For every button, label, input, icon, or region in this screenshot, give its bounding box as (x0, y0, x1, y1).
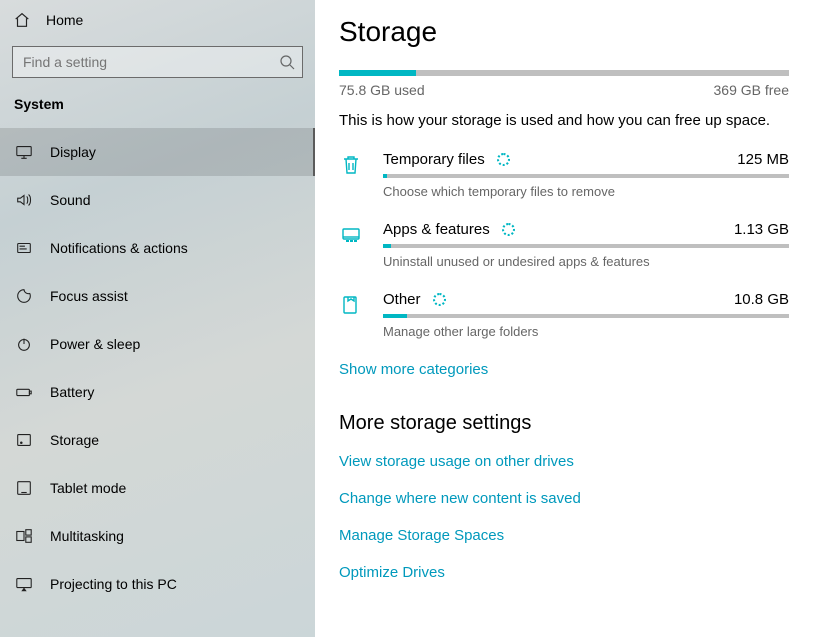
sidebar-item-label: Projecting to this PC (50, 576, 177, 592)
search-icon (279, 54, 295, 70)
storage-link-view-storage-usage-on-other-drives[interactable]: View storage usage on other drives (339, 453, 789, 470)
storage-category-apps-features[interactable]: Apps & features 1.13 GB Uninstall unused o… (339, 221, 789, 269)
loading-spinner (497, 153, 510, 166)
storage-desc: This is how your storage is used and how… (339, 112, 789, 129)
category-name: Apps & features (383, 221, 490, 238)
category-subtitle: Choose which temporary files to remove (383, 184, 789, 199)
used-label: 75.8 GB used (339, 82, 425, 98)
category-subtitle: Uninstall unused or undesired apps & fea… (383, 254, 789, 269)
sidebar-item-multitasking[interactable]: Multitasking (0, 512, 315, 560)
sidebar-item-focus-assist[interactable]: Focus assist (0, 272, 315, 320)
sidebar: Home System Display Sound Notifications & … (0, 0, 315, 637)
sidebar-item-battery[interactable]: Battery (0, 368, 315, 416)
sidebar-item-notifications-actions[interactable]: Notifications & actions (0, 224, 315, 272)
storage-link-optimize-drives[interactable]: Optimize Drives (339, 564, 789, 581)
storage-icon (14, 430, 34, 450)
category-bar (383, 244, 789, 248)
tablet-icon (14, 478, 34, 498)
sidebar-item-power-sleep[interactable]: Power & sleep (0, 320, 315, 368)
page-title: Storage (339, 16, 789, 48)
nav-list: Display Sound Notifications & actions Focus… (0, 128, 315, 637)
battery-icon (14, 382, 34, 402)
projecting-icon (14, 574, 34, 594)
storage-category-temporary-files[interactable]: Temporary files 125 MB Choose which tempor… (339, 151, 789, 199)
category-size: 125 MB (737, 151, 789, 168)
sidebar-item-label: Sound (50, 192, 90, 208)
sidebar-item-tablet-mode[interactable]: Tablet mode (0, 464, 315, 512)
storage-link-change-where-new-content-is-saved[interactable]: Change where new content is saved (339, 490, 789, 507)
power-icon (14, 334, 34, 354)
home-label: Home (46, 12, 83, 28)
storage-link-manage-storage-spaces[interactable]: Manage Storage Spaces (339, 527, 789, 544)
sidebar-item-label: Multitasking (50, 528, 124, 544)
home-icon (12, 10, 32, 30)
apps-icon (339, 221, 367, 269)
loading-spinner (433, 293, 446, 306)
sidebar-item-label: Storage (50, 432, 99, 448)
free-label: 369 GB free (714, 82, 790, 98)
storage-category-other[interactable]: Other 10.8 GB Manage other large folders (339, 291, 789, 339)
multitask-icon (14, 526, 34, 546)
more-storage-heading: More storage settings (339, 412, 789, 435)
notifications-icon (14, 238, 34, 258)
category-subtitle: Manage other large folders (383, 324, 789, 339)
loading-spinner (502, 223, 515, 236)
sidebar-item-display[interactable]: Display (0, 128, 315, 176)
category-size: 1.13 GB (734, 221, 789, 238)
trash-icon (339, 151, 367, 199)
main-content: Storage 75.8 GB used 369 GB free This is… (315, 0, 831, 637)
display-icon (14, 142, 34, 162)
sidebar-item-label: Battery (50, 384, 94, 400)
category-name: Other (383, 291, 421, 308)
section-title: System (0, 92, 315, 128)
search-input[interactable] (12, 46, 303, 78)
sidebar-item-label: Power & sleep (50, 336, 140, 352)
sidebar-item-label: Display (50, 144, 96, 160)
storage-total-bar (339, 70, 789, 76)
sidebar-item-label: Focus assist (50, 288, 128, 304)
category-bar (383, 314, 789, 318)
sidebar-item-projecting-to-this-pc[interactable]: Projecting to this PC (0, 560, 315, 608)
show-more-categories-link[interactable]: Show more categories (339, 361, 488, 378)
other-icon (339, 291, 367, 339)
storage-total-labels: 75.8 GB used 369 GB free (339, 82, 789, 98)
sidebar-item-label: Tablet mode (50, 480, 126, 496)
sound-icon (14, 190, 34, 210)
search-wrap (12, 46, 303, 78)
category-bar (383, 174, 789, 178)
category-name: Temporary files (383, 151, 485, 168)
category-size: 10.8 GB (734, 291, 789, 308)
focus-assist-icon (14, 286, 34, 306)
home-button[interactable]: Home (0, 0, 315, 40)
sidebar-item-storage[interactable]: Storage (0, 416, 315, 464)
sidebar-item-label: Notifications & actions (50, 240, 188, 256)
sidebar-item-sound[interactable]: Sound (0, 176, 315, 224)
